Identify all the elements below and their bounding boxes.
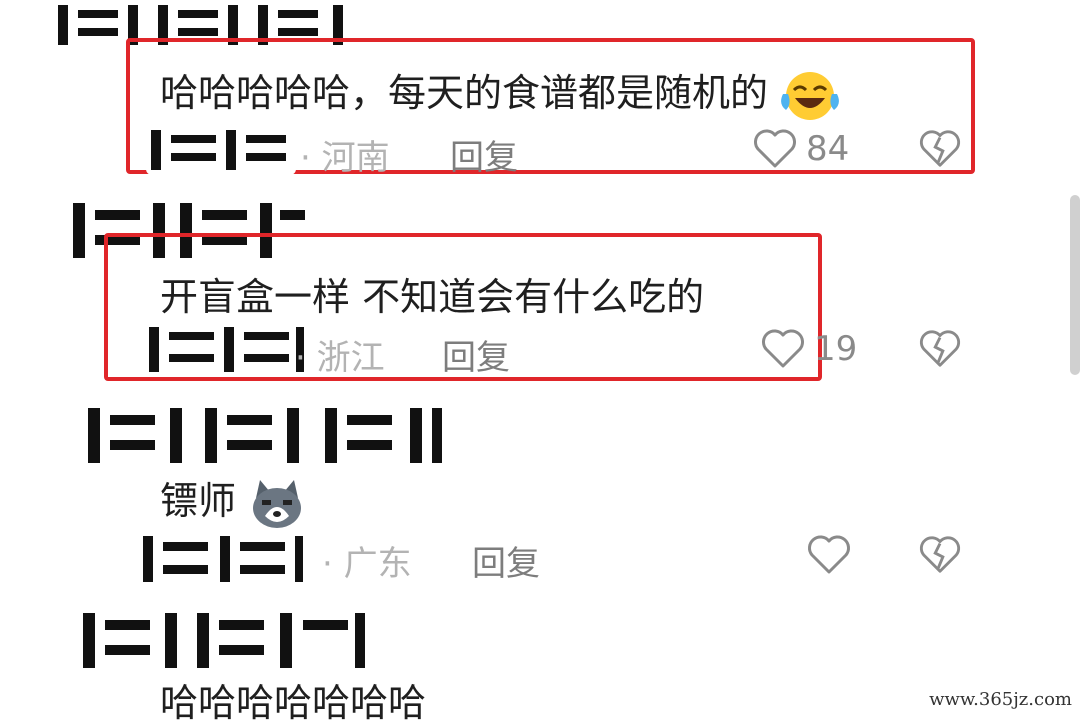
- broken-heart-icon[interactable]: [918, 535, 962, 575]
- like-button[interactable]: 19: [760, 329, 857, 369]
- comment-location: · 浙江: [295, 338, 385, 378]
- heart-icon: [754, 129, 796, 168]
- comment-location: · 河南: [300, 138, 390, 178]
- username-redacted: [80, 400, 455, 470]
- watermark: www.365jz.com: [929, 689, 1072, 710]
- username-redacted: [144, 322, 309, 377]
- like-count: 84: [806, 129, 850, 169]
- username-redacted: [135, 530, 310, 588]
- like-button[interactable]: 84: [752, 129, 849, 169]
- husky-dog-emoji-icon: [253, 479, 302, 528]
- heart-icon: [762, 329, 804, 368]
- scrollbar[interactable]: [1070, 195, 1080, 375]
- comment-text: 开盲盒一样 不知道会有什么吃的: [160, 275, 705, 319]
- username-redacted: [75, 605, 370, 675]
- like-count: 19: [814, 329, 858, 369]
- laughing-with-tears-emoji-icon: [781, 71, 840, 120]
- like-button[interactable]: [806, 535, 860, 575]
- broken-heart-icon[interactable]: [918, 329, 962, 369]
- heart-icon: [808, 535, 850, 574]
- comment-text: 哈哈哈哈哈，每天的食谱都是随机的: [160, 62, 840, 122]
- username-redacted: [146, 125, 296, 175]
- comment-text: 哈哈哈哈哈哈哈: [160, 681, 427, 725]
- reply-button[interactable]: 回复: [450, 130, 518, 179]
- reply-button[interactable]: 回复: [442, 330, 510, 379]
- comment-text: 镖师: [160, 470, 306, 530]
- comment-location: · 广东: [322, 544, 412, 584]
- broken-heart-icon[interactable]: [918, 129, 962, 169]
- reply-button[interactable]: 回复: [472, 536, 540, 585]
